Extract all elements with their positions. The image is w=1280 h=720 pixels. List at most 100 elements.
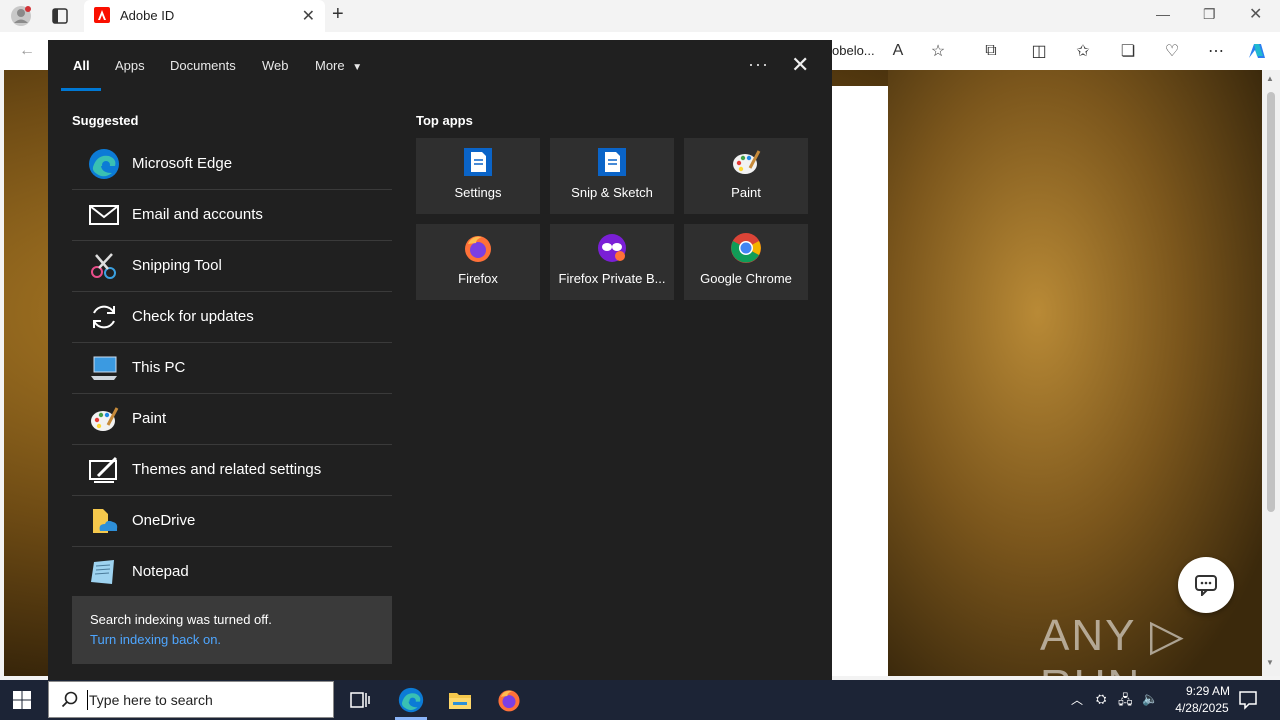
indexing-message: Search indexing was turned off.: [90, 612, 272, 627]
suggested-item-label: OneDrive: [132, 512, 196, 529]
notifications-icon[interactable]: [1238, 690, 1258, 710]
clock-time[interactable]: 9:29 AM: [1172, 684, 1244, 698]
tab-more[interactable]: More ▼: [315, 58, 362, 73]
task-view-icon[interactable]: [350, 691, 370, 709]
clock-date[interactable]: 4/28/2025: [1162, 701, 1242, 715]
turn-indexing-on-link[interactable]: Turn indexing back on.: [90, 632, 221, 647]
top-app-label: Google Chrome: [700, 271, 792, 286]
suggested-item-label: This PC: [132, 359, 186, 376]
tab-apps[interactable]: Apps: [115, 58, 145, 73]
favorite-star-icon[interactable]: ☆: [927, 40, 949, 62]
read-aloud-icon[interactable]: A: [887, 40, 909, 62]
top-app-snip-sketch[interactable]: Snip & Sketch: [550, 138, 674, 214]
scissors-icon: [91, 253, 116, 279]
split-screen-icon[interactable]: ◫: [1028, 40, 1050, 62]
snip-sketch-icon: [598, 148, 626, 176]
settings-more-icon[interactable]: ⋯: [1205, 40, 1227, 62]
profile-avatar-icon[interactable]: [10, 5, 32, 27]
suggested-item-this-pc[interactable]: This PC: [72, 343, 392, 394]
firefox-private-icon: [598, 234, 626, 262]
chrome-icon: [731, 233, 761, 263]
suggested-item-microsoft-edge[interactable]: Microsoft Edge: [72, 139, 392, 190]
adobe-logo-icon: [94, 7, 110, 23]
restore-icon[interactable]: ❐: [1203, 6, 1216, 23]
tab-all[interactable]: All: [73, 58, 90, 73]
tab-title: Adobe ID: [120, 8, 175, 23]
volume-icon[interactable]: 🔈: [1142, 691, 1158, 707]
top-app-firefox-private[interactable]: Firefox Private B...: [550, 224, 674, 300]
tab-documents[interactable]: Documents: [170, 58, 236, 73]
new-tab-button[interactable]: +: [332, 3, 344, 26]
refresh-icon: [93, 305, 115, 329]
top-app-google-chrome[interactable]: Google Chrome: [684, 224, 808, 300]
top-app-label: Firefox Private B...: [558, 271, 666, 286]
suggested-item-onedrive[interactable]: OneDrive: [72, 496, 392, 547]
back-arrow-icon[interactable]: ←: [16, 40, 38, 62]
copilot-icon[interactable]: [1245, 40, 1269, 62]
top-app-settings[interactable]: Settings: [416, 138, 540, 214]
suggested-item-label: Snipping Tool: [132, 257, 222, 274]
tab-actions-icon[interactable]: [52, 8, 68, 24]
close-icon[interactable]: ✕: [791, 52, 809, 78]
collections-icon[interactable]: ❏: [1117, 40, 1139, 62]
chat-bubble-icon: [1195, 575, 1217, 596]
top-app-firefox[interactable]: Firefox: [416, 224, 540, 300]
device-icon[interactable]: ⛭: [1096, 691, 1106, 707]
file-explorer-icon[interactable]: [448, 689, 472, 711]
edge-icon: [89, 149, 119, 179]
top-app-paint[interactable]: Paint: [684, 138, 808, 214]
more-options-icon[interactable]: ···: [748, 54, 769, 75]
taskbar-search-input[interactable]: Type here to search: [48, 681, 334, 718]
suggested-item-check-updates[interactable]: Check for updates: [72, 292, 392, 343]
text-caret: [87, 690, 88, 710]
network-icon[interactable]: 🖧: [1118, 691, 1133, 713]
tab-close-icon[interactable]: ✕: [302, 6, 315, 26]
top-app-label: Settings: [454, 185, 502, 200]
suggested-item-label: Paint: [132, 410, 167, 427]
anyrun-watermark: ANY ▷ RUN: [1040, 611, 1186, 676]
tab-more-label: More: [315, 58, 345, 73]
scroll-down-icon[interactable]: ▼: [1266, 658, 1274, 667]
browser-essentials-icon[interactable]: ♡: [1161, 40, 1183, 62]
favorites-icon[interactable]: ✩: [1072, 40, 1094, 62]
suggested-item-paint[interactable]: Paint: [72, 394, 392, 445]
scroll-up-icon[interactable]: ▲: [1266, 74, 1274, 83]
mail-icon: [89, 205, 119, 225]
paint-palette-icon: [733, 150, 761, 174]
suggested-item-email-accounts[interactable]: Email and accounts: [72, 190, 392, 241]
onedrive-icon: [93, 509, 118, 533]
tab-web[interactable]: Web: [262, 58, 289, 73]
notepad-icon: [91, 560, 114, 584]
paint-palette-icon: [91, 407, 119, 431]
taskbar: Type here to search ︿ ⛭ 🖧 🔈 9:29 AM 4/28…: [0, 680, 1280, 720]
window-close-icon[interactable]: ✕: [1249, 4, 1262, 24]
address-bar-text[interactable]: obelo...: [832, 43, 875, 58]
taskbar-firefox-icon[interactable]: [496, 687, 522, 713]
suggested-item-label: Notepad: [132, 563, 189, 580]
top-apps-title: Top apps: [416, 113, 473, 128]
extensions-icon[interactable]: ⧉: [980, 40, 1002, 62]
chat-button[interactable]: [1178, 557, 1234, 613]
indexing-notice: Search indexing was turned off. Turn ind…: [72, 596, 392, 664]
settings-doc-icon: [464, 148, 492, 176]
taskbar-edge-icon[interactable]: [398, 687, 424, 713]
page-scrollbar[interactable]: ▲ ▼: [1262, 70, 1280, 676]
show-hidden-icons-icon[interactable]: ︿: [1071, 691, 1083, 708]
browser-tab-bar: Adobe ID ✕ + — ❐ ✕: [0, 0, 1280, 32]
suggested-title: Suggested: [72, 113, 139, 128]
computer-icon: [91, 356, 117, 380]
top-app-label: Snip & Sketch: [571, 185, 653, 200]
suggested-item-notepad[interactable]: Notepad: [72, 547, 392, 597]
tab-adobe-id[interactable]: Adobe ID ✕: [84, 0, 325, 32]
suggested-item-snipping-tool[interactable]: Snipping Tool: [72, 241, 392, 292]
top-app-label: Paint: [731, 185, 761, 200]
content-card: [832, 86, 888, 676]
scroll-thumb[interactable]: [1267, 92, 1275, 512]
minimize-icon[interactable]: —: [1156, 6, 1170, 22]
chevron-down-icon: ▼: [352, 62, 363, 73]
suggested-item-themes[interactable]: Themes and related settings: [72, 445, 392, 496]
top-app-label: Firefox: [458, 271, 498, 286]
suggested-item-label: Microsoft Edge: [132, 155, 233, 172]
search-placeholder: Type here to search: [89, 692, 213, 708]
windows-start-icon[interactable]: [12, 690, 32, 710]
